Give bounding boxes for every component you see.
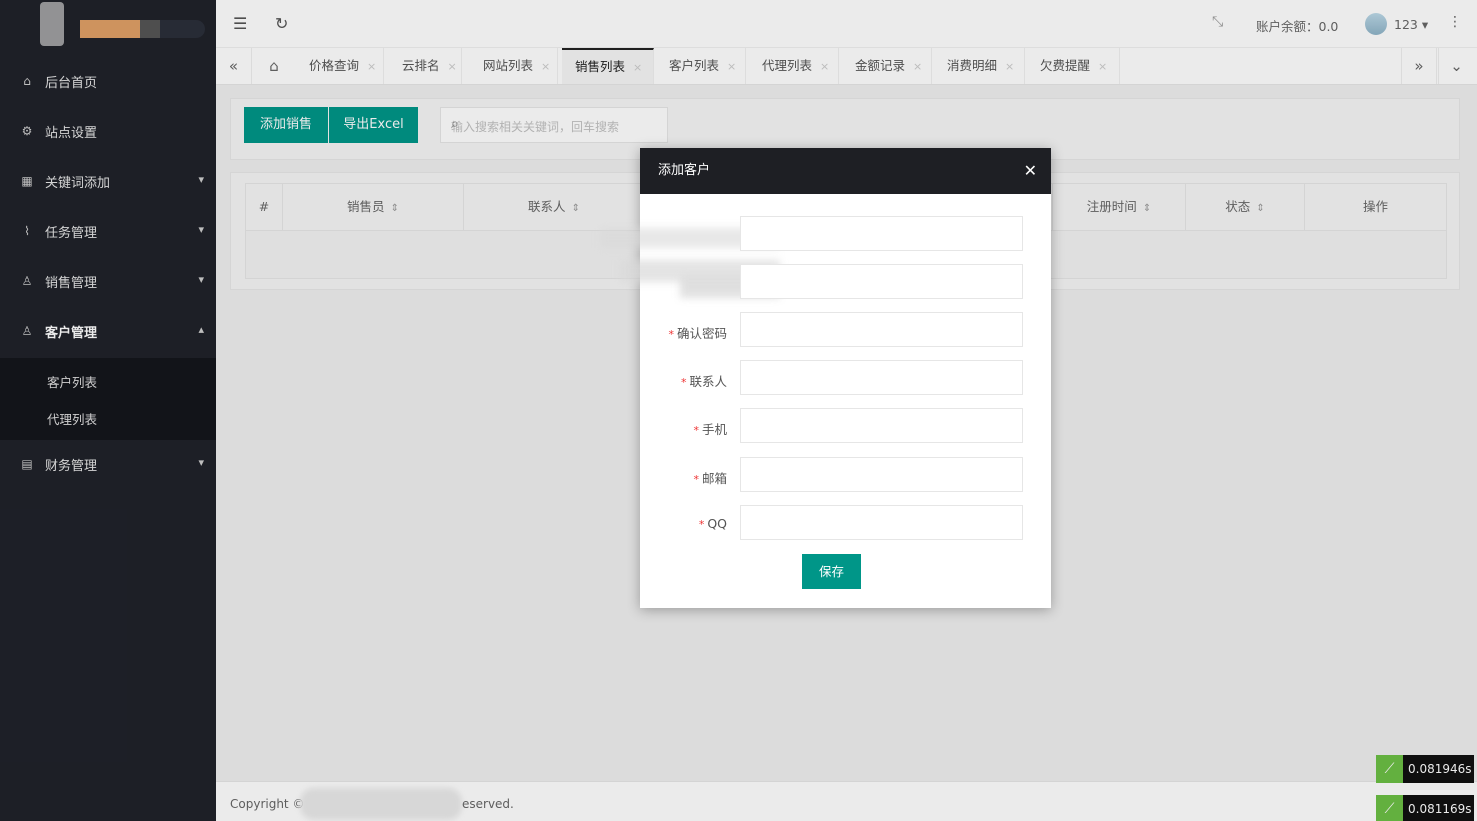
- contact-field[interactable]: [740, 360, 1023, 395]
- dialog-header: 添加客户 ✕: [640, 148, 1051, 194]
- confirm-password-label: * 确认密码: [668, 326, 727, 341]
- add-customer-dialog: 添加客户 ✕ * 确认密码 * 联系人 * 手机 * 邮箱 * QQ 保存: [600, 148, 1051, 608]
- email-label: * 邮箱: [693, 471, 727, 486]
- qq-label: * QQ: [698, 516, 727, 531]
- qq-field[interactable]: [740, 505, 1023, 540]
- close-icon[interactable]: ✕: [1024, 148, 1037, 194]
- phone-label: * 手机: [693, 422, 727, 437]
- save-button[interactable]: 保存: [802, 554, 861, 589]
- email-field[interactable]: [740, 457, 1023, 492]
- phone-field[interactable]: [740, 408, 1023, 443]
- confirm-password-field[interactable]: [740, 312, 1023, 347]
- dialog-title: 添加客户: [658, 163, 711, 178]
- contact-label: * 联系人: [680, 374, 727, 389]
- username-field[interactable]: [740, 216, 1023, 251]
- password-field[interactable]: [740, 264, 1023, 299]
